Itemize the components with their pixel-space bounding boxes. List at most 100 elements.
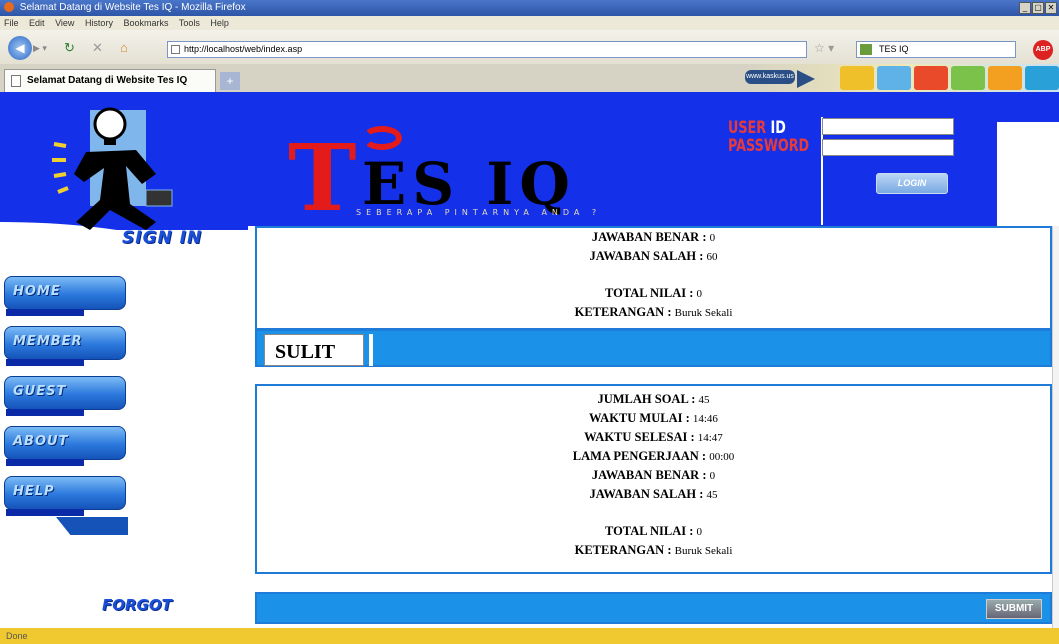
new-tab-button[interactable]: + xyxy=(220,72,240,90)
tab-title: Selamat Datang di Website Tes IQ xyxy=(27,75,188,86)
result-box-sulit: JUMLAH SOAL : 45 WAKTU MULAI : 14:46 WAK… xyxy=(255,384,1052,574)
keterangan-label: KETERANGAN : xyxy=(574,543,672,557)
result-row: JUMLAH SOAL : 45 xyxy=(257,390,1050,409)
result-row: WAKTU SELESAI : 14:47 xyxy=(257,428,1050,447)
nav-help-label: HELP xyxy=(13,484,55,499)
close-button[interactable]: ✕ xyxy=(1045,2,1057,14)
lama-pengerjaan-label: LAMA PENGERJAAN : xyxy=(572,449,707,463)
jawaban-benar-value: 0 xyxy=(709,232,716,244)
back-button[interactable]: ◀ xyxy=(8,36,32,60)
jawaban-salah-value: 60 xyxy=(706,251,718,263)
result-row: KETERANGAN : Buruk Sekali xyxy=(257,303,1050,322)
waktu-selesai-label: WAKTU SELESAI : xyxy=(584,430,695,444)
home-icon[interactable]: ⌂ xyxy=(120,40,128,56)
nav-about[interactable]: ABOUT xyxy=(4,426,128,466)
nav-guest-underline xyxy=(6,409,84,416)
forward-button[interactable]: ▶ ▾ xyxy=(33,40,51,56)
title-text: ES IQ xyxy=(362,150,576,218)
result-box-previous: JAWABAN BENAR : 0 JAWABAN SALAH : 60 TOT… xyxy=(255,226,1052,330)
menu-history[interactable]: History xyxy=(85,18,113,28)
user-id-input[interactable] xyxy=(822,118,954,135)
jumlah-soal-value: 45 xyxy=(698,394,710,406)
nav-about-underline xyxy=(6,459,84,466)
result-row: JAWABAN SALAH : 45 xyxy=(257,485,1050,504)
bookmark-star-icon[interactable]: ☆ ▾ xyxy=(814,41,834,55)
result-row: TOTAL NILAI : 0 xyxy=(257,522,1050,541)
nav-member-label: MEMBER xyxy=(13,334,83,349)
result-row: TOTAL NILAI : 0 xyxy=(257,284,1050,303)
page-icon xyxy=(171,45,180,54)
jawaban-salah-label: JAWABAN SALAH : xyxy=(589,487,704,501)
password-label: PASSWORD xyxy=(728,136,810,156)
swirl-decoration xyxy=(362,126,402,150)
total-nilai-value: 0 xyxy=(696,288,703,300)
maximize-button[interactable]: ▢ xyxy=(1032,2,1044,14)
navigation-toolbar: ◀ ▶ ▾ ↻ ✕ ⌂ http://localhost/web/index.a… xyxy=(0,30,1059,64)
submit-button[interactable]: SUBMIT xyxy=(986,599,1042,619)
search-value: TES IQ xyxy=(879,44,909,54)
search-bar[interactable]: TES IQ xyxy=(856,41,1016,58)
nav-home[interactable]: HOME xyxy=(4,276,128,316)
waktu-mulai-value: 14:46 xyxy=(692,413,718,425)
nav-home-label: HOME xyxy=(13,284,61,299)
adblock-icon[interactable]: ABP xyxy=(1033,40,1053,60)
total-nilai-label: TOTAL NILAI : xyxy=(604,286,694,300)
nav-help-underline xyxy=(6,509,84,516)
window-controls: _ ▢ ✕ xyxy=(1019,2,1057,14)
tab-active[interactable]: Selamat Datang di Website Tes IQ xyxy=(4,69,216,92)
signin-link[interactable]: SIGN IN xyxy=(122,228,202,248)
jawaban-salah-label: JAWABAN SALAH : xyxy=(589,249,704,263)
waktu-selesai-value: 14:47 xyxy=(697,432,723,444)
title-letter-t: T xyxy=(288,124,357,232)
reload-icon[interactable]: ↻ xyxy=(64,40,75,56)
result-row: JAWABAN BENAR : 0 xyxy=(257,466,1050,485)
nav-member[interactable]: MEMBER xyxy=(4,326,128,366)
lightbulb-man-logo xyxy=(52,107,173,230)
user-label: USER xyxy=(728,118,767,138)
level-label: SULIT xyxy=(264,334,364,366)
url-text: http://localhost/web/index.asp xyxy=(184,44,303,54)
menu-bookmarks[interactable]: Bookmarks xyxy=(123,18,168,28)
result-row: WAKTU MULAI : 14:46 xyxy=(257,409,1050,428)
forgot-link[interactable]: FORGOT xyxy=(102,596,172,614)
menu-file[interactable]: File xyxy=(4,18,19,28)
user-id-label: USER ID xyxy=(728,120,786,137)
login-panel: USER ID PASSWORD LOGIN xyxy=(722,92,997,226)
nav-guest[interactable]: GUEST xyxy=(4,376,128,416)
theme-banner xyxy=(840,66,1059,90)
password-input[interactable] xyxy=(822,139,954,156)
waktu-mulai-label: WAKTU MULAI : xyxy=(589,411,690,425)
login-button[interactable]: LOGIN xyxy=(876,173,948,194)
url-bar[interactable]: http://localhost/web/index.asp xyxy=(167,41,807,58)
menu-edit[interactable]: Edit xyxy=(29,18,45,28)
result-row: KETERANGAN : Buruk Sekali xyxy=(257,541,1050,560)
nav-guest-label: GUEST xyxy=(13,384,67,399)
window-titlebar: Selamat Datang di Website Tes IQ - Mozil… xyxy=(0,0,1059,16)
minimize-button[interactable]: _ xyxy=(1019,2,1031,14)
result-row: JAWABAN BENAR : 0 xyxy=(257,228,1050,247)
level-bar: SULIT xyxy=(255,329,1052,367)
nav-about-label: ABOUT xyxy=(13,434,69,449)
nav-member-underline xyxy=(6,359,84,366)
keterangan-value: Buruk Sekali xyxy=(674,307,733,319)
result-row: JAWABAN SALAH : 60 xyxy=(257,247,1050,266)
bookmark-badge[interactable]: www.kaskus.us xyxy=(745,70,795,84)
stop-icon[interactable]: ✕ xyxy=(92,40,103,56)
keterangan-label: KETERANGAN : xyxy=(574,305,672,319)
status-bar: Done xyxy=(0,628,1059,644)
tab-page-icon xyxy=(11,75,21,87)
submit-bar: SUBMIT xyxy=(255,592,1052,624)
menu-help[interactable]: Help xyxy=(210,18,229,28)
keterangan-value: Buruk Sekali xyxy=(674,545,733,557)
site-subtitle: SEBERAPA PINTARNYA ANDA ? xyxy=(356,208,602,217)
page-scrollbar[interactable] xyxy=(1052,226,1059,628)
jawaban-benar-label: JAWABAN BENAR : xyxy=(591,230,707,244)
result-row: LAMA PENGERJAAN : 00:00 xyxy=(257,447,1050,466)
id-label: ID xyxy=(770,118,786,138)
menu-tools[interactable]: Tools xyxy=(179,18,200,28)
search-engine-icon[interactable] xyxy=(860,44,872,55)
page-content: SIGN IN HOME MEMBER GUEST ABOUT HELP FOR… xyxy=(0,92,1059,628)
jawaban-salah-value: 45 xyxy=(706,489,718,501)
nav-help[interactable]: HELP xyxy=(4,476,128,516)
menu-view[interactable]: View xyxy=(55,18,74,28)
